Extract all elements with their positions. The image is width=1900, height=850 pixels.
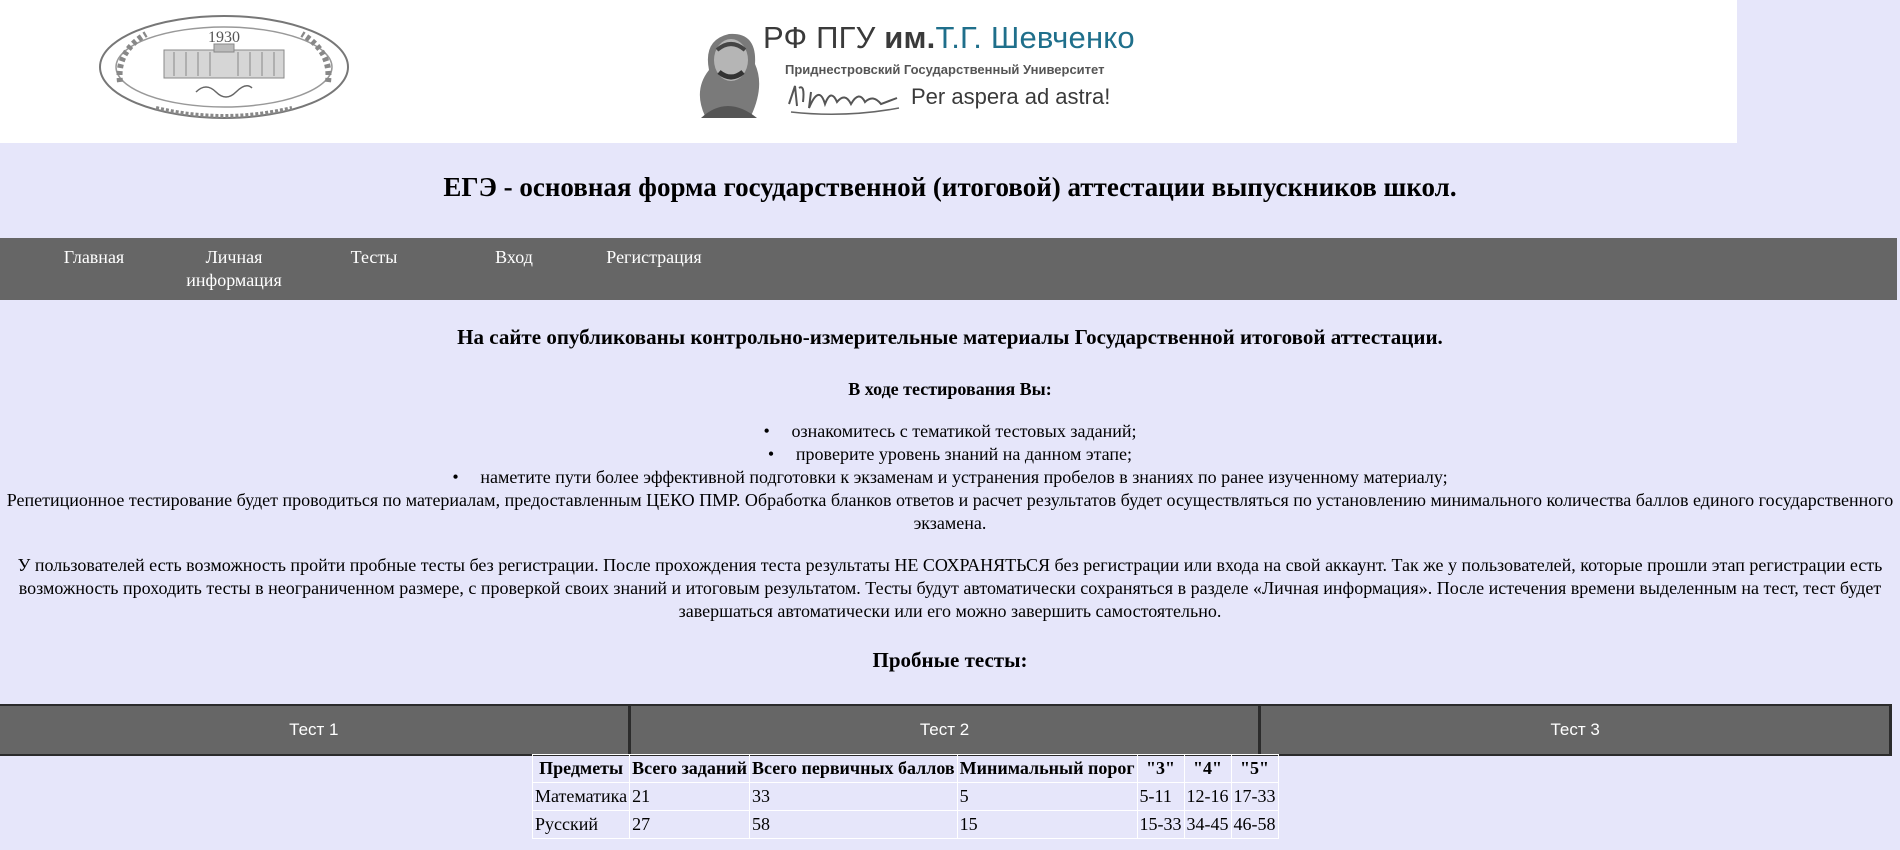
users-info-paragraph: У пользователей есть возможность пройти …	[17, 555, 1883, 621]
table-cell: 34-45	[1183, 810, 1232, 839]
table-header-row: Предметы Всего заданий Всего первичных б…	[531, 754, 1279, 783]
table-cell: 17-33	[1230, 782, 1279, 811]
table-row: Математика 21 33 5 5-11 12-16 17-33	[531, 782, 1279, 811]
score-table: Предметы Всего заданий Всего первичных б…	[531, 754, 1279, 839]
nav-item-login[interactable]: Вход	[444, 246, 584, 269]
table-header-cell: Всего заданий	[629, 754, 751, 783]
table-header-cell: Минимальный порог	[956, 754, 1138, 783]
university-seal-logo: 1930	[99, 15, 349, 119]
table-cell: 58	[749, 810, 958, 839]
logo-prefix: РФ ПГУ	[763, 20, 885, 55]
list-item: наметите пути более эффективной подготов…	[0, 466, 1900, 489]
table-header-cell: Предметы	[531, 754, 631, 783]
tests-bar: Тест 1 Тест 2 Тест 3	[0, 704, 1893, 756]
table-row: Русский 27 58 15 15-33 34-45 46-58	[531, 810, 1279, 839]
table-cell: 33	[749, 782, 958, 811]
table-cell: Русский	[531, 810, 631, 839]
table-cell: Математика	[531, 782, 631, 811]
seal-year: 1930	[208, 29, 240, 46]
trial-tests-heading: Пробные тесты:	[872, 648, 1028, 672]
benefits-list: ознакомитесь с тематикой тестовых задани…	[0, 420, 1900, 489]
table-cell: 27	[629, 810, 751, 839]
shevchenko-portrait-icon	[699, 33, 760, 118]
page-title: ЕГЭ - основная форма государственной (ит…	[443, 172, 1457, 202]
table-cell: 5	[956, 782, 1138, 811]
test-1-button[interactable]: Тест 1	[0, 706, 631, 754]
table-cell: 46-58	[1230, 810, 1279, 839]
nav-item-registration[interactable]: Регистрация	[584, 246, 724, 269]
table-cell: 15-33	[1136, 810, 1185, 839]
table-cell: 21	[629, 782, 751, 811]
header-banner: 1930 РФ ПГУ им.Т.Г. Шевченко Приднестров…	[0, 0, 1737, 143]
main-nav: Главная Личная информация Тесты Вход Рег…	[0, 238, 1897, 300]
logo-motto: Per aspera ad astra!	[911, 84, 1111, 109]
nav-item-tests[interactable]: Тесты	[304, 246, 444, 269]
table-header-cell: "3"	[1136, 754, 1185, 783]
table-header-cell: Всего первичных баллов	[749, 754, 958, 783]
notice-heading: На сайте опубликованы контрольно-измерит…	[457, 325, 1443, 349]
table-cell: 12-16	[1183, 782, 1232, 811]
logo-title: РФ ПГУ им.Т.Г. Шевченко	[763, 20, 1135, 56]
rehearsal-paragraph: Репетиционное тестирование будет проводи…	[6, 490, 1894, 533]
logo-name: Т.Г. Шевченко	[935, 20, 1135, 55]
test-3-button[interactable]: Тест 3	[1261, 706, 1893, 754]
university-logo: РФ ПГУ им.Т.Г. Шевченко Приднестровский …	[685, 14, 1185, 124]
table-header-cell: "5"	[1230, 754, 1279, 783]
signature-icon	[788, 85, 900, 115]
test-2-button[interactable]: Тест 2	[631, 706, 1262, 754]
nav-item-home[interactable]: Главная	[24, 246, 164, 269]
nav-item-personal-info[interactable]: Личная информация	[164, 246, 304, 292]
logo-im: им.	[884, 20, 936, 55]
list-item: проверите уровень знаний на данном этапе…	[0, 443, 1900, 466]
during-testing-heading: В ходе тестирования Вы:	[848, 379, 1052, 399]
list-item: ознакомитесь с тематикой тестовых задани…	[0, 420, 1900, 443]
table-header-cell: "4"	[1183, 754, 1232, 783]
table-cell: 15	[956, 810, 1138, 839]
main-content: На сайте опубликованы контрольно-измерит…	[0, 300, 1900, 673]
logo-subtitle: Приднестровский Государственный Универси…	[785, 62, 1105, 77]
table-cell: 5-11	[1136, 782, 1185, 811]
